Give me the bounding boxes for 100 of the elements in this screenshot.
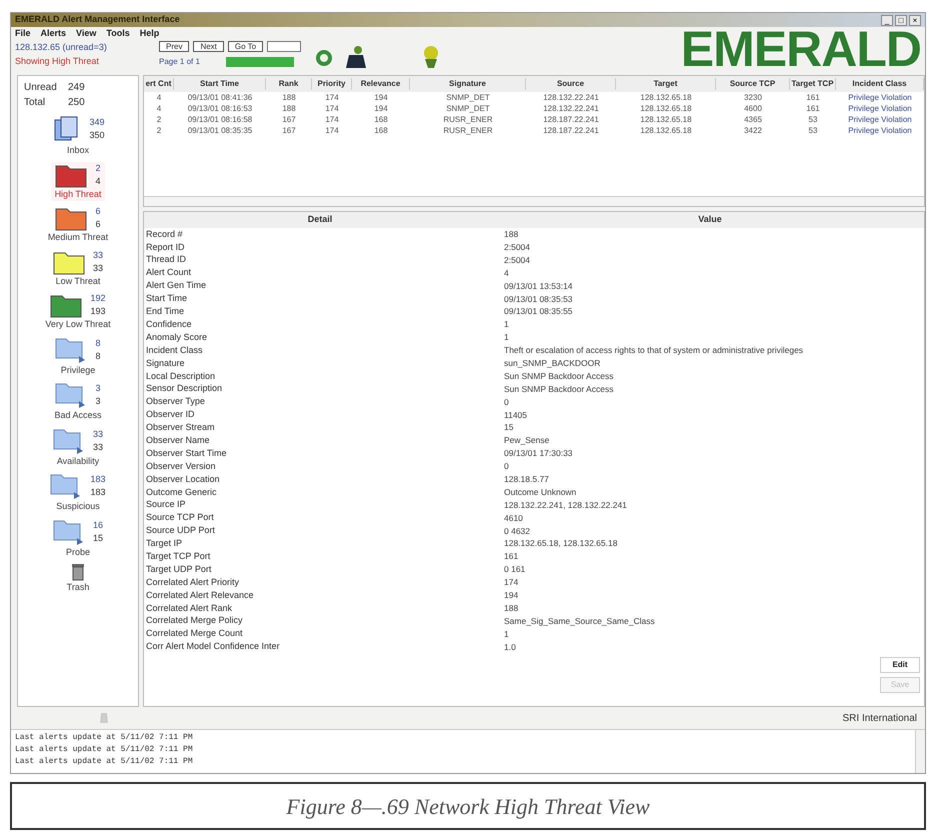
detail-value: 09/13/01 08:35:55 — [504, 305, 574, 318]
folder-item[interactable]: 183 183 Suspicious — [46, 472, 110, 514]
action-button[interactable]: Edit — [880, 657, 920, 674]
table-cell-text: 174 — [324, 114, 340, 126]
detail-value: 2:5004 — [504, 254, 531, 267]
folder-label: Availability — [56, 454, 100, 468]
detail-value: sun_SNMP_BACKDOOR — [504, 356, 602, 370]
detail-field: Observer ID — [144, 408, 504, 422]
pager-button[interactable]: Go To — [228, 41, 264, 52]
status-indicator — [226, 57, 294, 67]
menu-item[interactable]: View — [76, 27, 96, 41]
recycle-icon[interactable] — [315, 49, 334, 67]
unread-count: 349 — [89, 116, 105, 129]
table-cell-text: 09/13/01 08:41:36 — [186, 92, 254, 104]
folder-label: Inbox — [66, 144, 90, 157]
table-cell-text: 4600 — [743, 103, 763, 115]
trash-icon — [70, 563, 85, 581]
unread-count: 8 — [95, 336, 100, 350]
detail-field: Correlated Alert Relevance — [144, 588, 504, 602]
detail-field: Correlated Merge Count — [144, 627, 504, 641]
window-control[interactable]: □ — [895, 14, 907, 26]
detail-field: Observer Location — [144, 472, 504, 486]
unread-count: 3 — [95, 382, 100, 395]
folder-label: Suspicious — [56, 500, 100, 513]
table-cell-text: 3422 — [743, 125, 763, 137]
detail-value: 0 — [504, 396, 510, 408]
pager-button[interactable]: Next — [193, 41, 224, 52]
column-header[interactable]: Priority — [312, 78, 352, 90]
column-header[interactable]: Source — [526, 78, 616, 90]
unread-count: 192 — [90, 292, 106, 305]
detail-field: Source UDP Port — [144, 524, 504, 538]
horizontal-scrollbar[interactable] — [144, 196, 924, 206]
detail-field: Record # — [144, 228, 504, 242]
total-count: 33 — [92, 262, 103, 274]
table-cell-text: 174 — [324, 125, 340, 137]
column-header: Value — [697, 213, 723, 226]
window-control[interactable]: _ — [881, 14, 893, 26]
host-label: 128.132.65 (unread=3) — [15, 41, 108, 54]
summary-label: Unread — [24, 81, 56, 95]
table-cell-text: 128.132.22.241 — [542, 92, 600, 104]
table-cell-text: Privilege Violation — [847, 114, 913, 126]
table-cell-text: 09/13/01 08:35:35 — [186, 125, 254, 137]
detail-field: Local Description — [144, 370, 504, 383]
vertical-scrollbar[interactable] — [915, 730, 925, 773]
log-line: Last alerts update at 5/11/02 7:11 PM — [15, 732, 194, 744]
detail-field: Observer Version — [144, 460, 504, 474]
table-cell-text: 53 — [808, 125, 818, 137]
menu-item[interactable]: File — [15, 27, 31, 41]
folder-label: Privilege — [60, 364, 96, 377]
menu-item[interactable]: Tools — [106, 27, 130, 41]
folder-icon — [50, 472, 82, 500]
folder-item[interactable]: 33 33 Availability — [48, 426, 107, 468]
detail-field: Thread ID — [144, 253, 504, 267]
page-field[interactable] — [267, 41, 302, 52]
column-header[interactable]: Relevance — [352, 78, 410, 90]
column-header[interactable]: Target — [616, 78, 716, 90]
table-cell-text: 53 — [808, 114, 818, 126]
folder-item[interactable]: 16 15 Probe — [48, 518, 107, 559]
table-cell-text: RUSR_ENER — [442, 125, 494, 137]
pager-button[interactable]: Prev — [159, 41, 190, 52]
folder-item[interactable]: 3 3 Bad Access — [50, 381, 106, 422]
detail-field: Target UDP Port — [144, 562, 504, 576]
table-cell-text: 2 — [156, 114, 162, 126]
window-control[interactable]: × — [909, 14, 921, 26]
folder-item[interactable]: 349 350 Inbox — [47, 114, 109, 158]
folder-item[interactable]: Trash — [62, 563, 94, 594]
detail-field: Anomaly Score — [144, 330, 504, 344]
folder-label: Very Low Threat — [45, 318, 111, 331]
page-label: Page 1 of 1 — [159, 56, 200, 68]
column-header[interactable]: Target TCP — [790, 78, 836, 90]
folder-item[interactable]: 192 193 Very Low Threat — [41, 292, 115, 332]
folder-item[interactable]: 2 4 High Threat — [50, 162, 106, 201]
column-header[interactable]: Start Time — [174, 78, 266, 90]
folder-item[interactable]: 8 8 Privilege — [51, 336, 104, 377]
column-header[interactable]: Incident Class — [836, 78, 924, 90]
column-header[interactable]: Signature — [410, 78, 526, 90]
table-cell-text: 4 — [156, 92, 162, 104]
menu-item[interactable]: Help — [140, 27, 160, 41]
total-count: 350 — [89, 129, 105, 142]
table-cell-text: SNMP_DET — [445, 92, 491, 104]
table-cell-text: 09/13/01 08:16:53 — [186, 103, 254, 115]
emerald-logo: EMERALD — [680, 27, 921, 71]
summary-value: 249 — [68, 81, 85, 95]
table-cell-text: 188 — [281, 92, 297, 104]
detail-value: 161 — [504, 550, 520, 564]
unread-count: 16 — [92, 518, 103, 532]
folder-item[interactable]: 6 6 Medium Threat — [44, 205, 112, 244]
table-cell-text: 128.132.65.18 — [639, 92, 693, 104]
column-header[interactable]: ert Cnt — [144, 78, 174, 90]
folder-label: Trash — [66, 581, 90, 594]
column-header[interactable]: Rank — [266, 78, 312, 90]
folder-label: High Threat — [54, 188, 102, 201]
detail-field: Alert Gen Time — [144, 279, 504, 293]
folder-item[interactable]: 33 33 Low Threat — [48, 248, 107, 288]
detail-value: 0 — [504, 460, 510, 473]
table-cell-text: 128.187.22.241 — [542, 125, 600, 137]
table-cell-text: 194 — [373, 103, 389, 115]
figure-caption: Figure 8—.69 Network High Threat View — [286, 792, 650, 821]
menu-item[interactable]: Alerts — [40, 27, 66, 41]
column-header[interactable]: Source TCP — [716, 78, 790, 90]
